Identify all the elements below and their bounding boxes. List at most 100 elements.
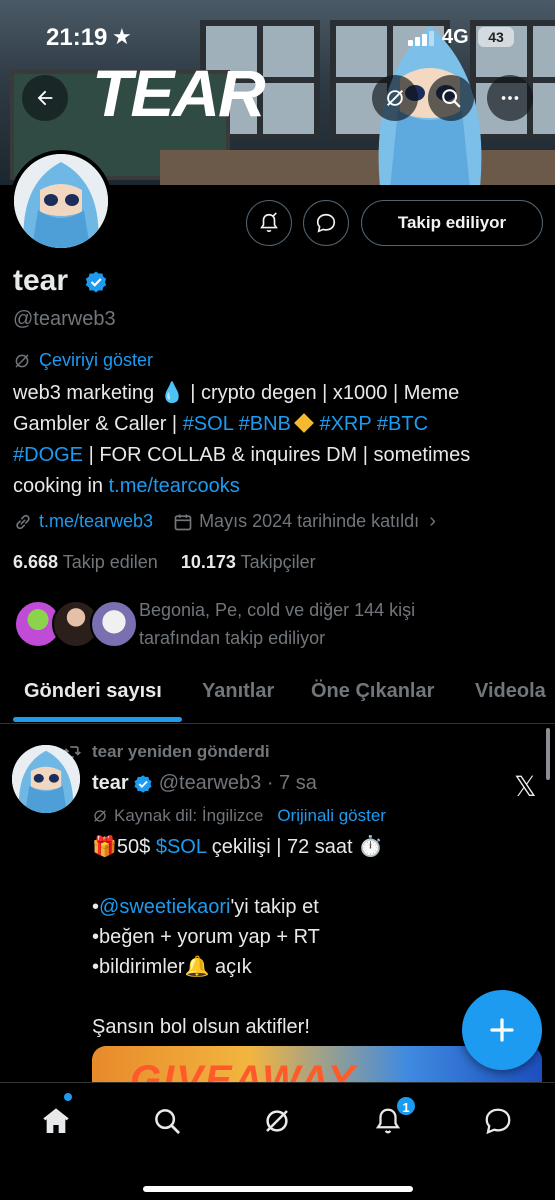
hashtag-links[interactable]: #XRP #BTC xyxy=(319,413,428,435)
follower-avatar xyxy=(90,600,138,648)
post-header: tear @tearweb3 · 7 sa xyxy=(92,772,317,795)
plus-icon xyxy=(490,1018,514,1042)
hashtag-link[interactable]: #DOGE xyxy=(13,444,83,466)
home-icon xyxy=(43,1108,69,1133)
bio-text: Gambler & Caller | xyxy=(13,413,183,435)
tab-replies[interactable]: Yanıtlar xyxy=(202,680,274,703)
message-button[interactable] xyxy=(303,200,349,246)
search-icon xyxy=(155,1109,180,1134)
post-text-span: 'yi takip et xyxy=(230,896,319,918)
chevron-right-icon[interactable]: › xyxy=(429,510,436,533)
calendar-icon xyxy=(174,514,192,530)
verified-badge-icon xyxy=(134,774,152,793)
grok-icon xyxy=(387,90,403,106)
followed-by-line: Begonia, Pe, cold ve diğer 144 kişi xyxy=(139,600,416,620)
compose-post-button[interactable] xyxy=(462,990,542,1070)
notification-subscribe-button[interactable] xyxy=(246,200,292,246)
home-unread-dot xyxy=(64,1093,72,1101)
more-horizontal-icon xyxy=(501,96,519,100)
status-time: 21:19 xyxy=(46,24,108,51)
bell-plus-icon xyxy=(260,212,278,233)
bottom-navigation: 1 xyxy=(0,1082,555,1200)
source-language-label: Kaynak dil: İngilizce xyxy=(114,806,264,825)
tab-highlights[interactable]: Öne Çıkanlar xyxy=(311,680,434,703)
mention-link[interactable]: @sweetiekaori xyxy=(99,896,230,918)
joined-date: Mayıs 2024 tarihinde katıldı xyxy=(199,511,420,531)
post-text-span: çekilişi | 72 saat ⏱️ xyxy=(206,836,384,858)
show-translation-link[interactable]: Çeviriyi göster xyxy=(13,350,153,371)
follow-stats: 6.668 Takip edilen 10.173 Takipçiler xyxy=(13,552,316,573)
show-original-link[interactable]: Orijinali göster xyxy=(277,806,386,826)
status-bar: 21:19 ★ 4G 43 xyxy=(0,0,555,70)
grok-icon xyxy=(94,810,106,822)
grok-icon xyxy=(266,1110,288,1132)
avatar-image xyxy=(14,154,108,248)
following-count: 6.668 xyxy=(13,552,59,572)
nav-home[interactable] xyxy=(36,1101,76,1141)
x-logo-icon: 𝕏 xyxy=(514,771,537,802)
post-line: •bildirimler🔔 açık xyxy=(92,956,252,978)
profile-handle: @tearweb3 xyxy=(13,308,116,330)
bio-line: web3 marketing 💧 | crypto degen | x1000 … xyxy=(13,382,460,404)
bio-text: | FOR COLLAB & inquires DM | sometimes xyxy=(83,444,471,466)
post-author-avatar[interactable] xyxy=(12,745,80,813)
bio-link[interactable]: t.me/tearcooks xyxy=(109,475,240,497)
tab-videos[interactable]: Videola xyxy=(475,680,546,703)
following-stat[interactable]: 6.668 Takip edilen xyxy=(13,552,158,572)
website-link[interactable]: t.me/tearweb3 xyxy=(39,511,153,532)
followed-by-line: tarafından takip ediliyor xyxy=(139,628,326,648)
post-author-name[interactable]: tear xyxy=(92,772,129,795)
followers-count: 10.173 xyxy=(180,552,236,572)
hashtag-links[interactable]: #SOL #BNB xyxy=(183,413,291,435)
active-tab-indicator xyxy=(13,717,182,722)
followers-label: Takipçiler xyxy=(240,552,316,572)
search-icon xyxy=(442,89,461,108)
network-type: 4G xyxy=(442,26,469,48)
following-button[interactable]: Takip ediliyor xyxy=(361,200,543,246)
post-text-span: 🎁50$ xyxy=(92,836,156,858)
link-icon xyxy=(16,514,30,529)
verified-badge-icon[interactable] xyxy=(84,270,108,294)
post-line: 🎁50$ $SOL çekilişi | 72 saat ⏱️ xyxy=(92,832,542,862)
message-bubble-icon xyxy=(316,213,336,233)
grok-icon xyxy=(15,353,29,368)
followers-stat[interactable]: 10.173 Takipçiler xyxy=(181,552,316,572)
nav-messages[interactable] xyxy=(478,1101,518,1141)
following-label: Takip edilen xyxy=(62,552,158,572)
bio-line: #DOGE | FOR COLLAB & inquires DM | somet… xyxy=(13,440,543,471)
scrollbar[interactable] xyxy=(546,728,550,780)
repost-label: tear yeniden gönderdi xyxy=(92,742,270,761)
nav-search[interactable] xyxy=(147,1101,187,1141)
profile-meta: t.me/tearweb3 Mayıs 2024 tarihinde katıl… xyxy=(13,510,436,533)
cashtag-link[interactable]: $SOL xyxy=(156,836,206,858)
profile-bio: web3 marketing 💧 | crypto degen | x1000 … xyxy=(13,378,543,502)
arrow-left-icon xyxy=(37,90,53,106)
show-translation-label: Çeviriyi göster xyxy=(39,350,154,370)
post-line-empty xyxy=(92,862,542,892)
source-language-row: Kaynak dil: İngilizce Orijinali göster xyxy=(92,806,386,826)
notifications-badge: 1 xyxy=(395,1095,417,1117)
back-button[interactable] xyxy=(22,75,68,121)
cellular-signal-icon xyxy=(408,30,434,46)
message-bubble-icon xyxy=(485,1108,511,1135)
avatar-image xyxy=(12,745,80,813)
post-handle-time: @tearweb3 · 7 sa xyxy=(158,772,317,794)
bio-text: cooking in xyxy=(13,475,109,497)
post-text-span: • xyxy=(92,896,100,918)
search-button[interactable] xyxy=(428,75,474,121)
tab-posts[interactable]: Gönderi sayısı xyxy=(24,680,162,703)
nav-grok[interactable] xyxy=(257,1101,297,1141)
followed-by-text[interactable]: Begonia, Pe, cold ve diğer 144 kişi tara… xyxy=(139,596,539,652)
profile-name: tear xyxy=(13,264,69,297)
star-icon: ★ xyxy=(112,24,132,49)
profile-avatar[interactable] xyxy=(10,150,112,252)
battery-indicator: 43 xyxy=(478,27,514,47)
post-line: •beğen + yorum yap + RT xyxy=(92,926,320,948)
post-line: •@sweetiekaori'yi takip et xyxy=(92,892,542,922)
repost-indicator[interactable]: tear yeniden gönderdi xyxy=(62,742,270,762)
grok-button[interactable] xyxy=(372,75,418,121)
bio-line: Gambler & Caller | #SOL #BNB #XRP #BTC xyxy=(13,409,543,440)
home-indicator xyxy=(143,1186,413,1192)
bio-line: cooking in t.me/tearcooks xyxy=(13,471,543,502)
more-options-button[interactable] xyxy=(487,75,533,121)
